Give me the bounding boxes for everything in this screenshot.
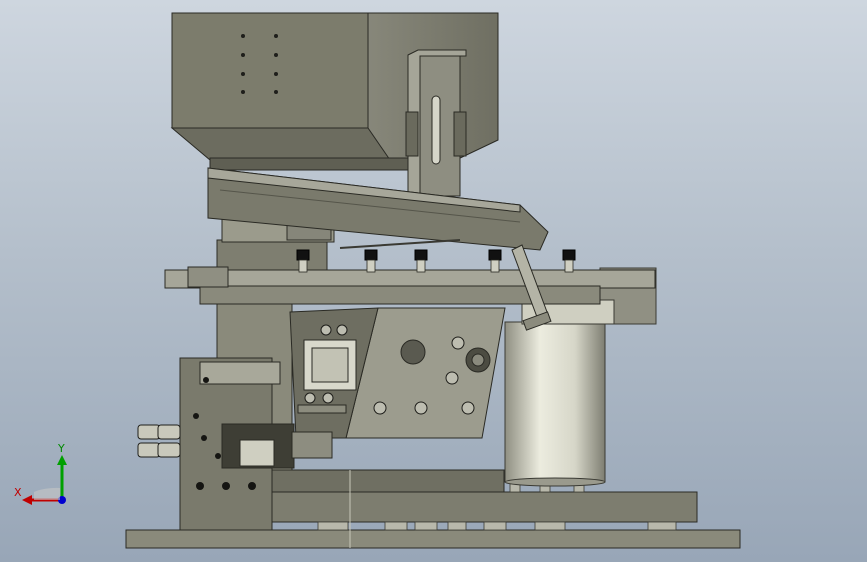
- x-axis-label: X: [14, 486, 22, 499]
- y-axis-label: Y: [58, 442, 65, 455]
- graphics-viewport[interactable]: X Y: [0, 0, 867, 562]
- orientation-triad: [22, 455, 67, 505]
- adjust-bracket: [405, 49, 467, 199]
- top-platform: [164, 266, 656, 305]
- triad-shadow: [34, 487, 60, 500]
- feeder-assembly-model[interactable]: [0, 0, 867, 562]
- clamp-knobs: [296, 249, 576, 261]
- connector-fittings: [137, 424, 181, 458]
